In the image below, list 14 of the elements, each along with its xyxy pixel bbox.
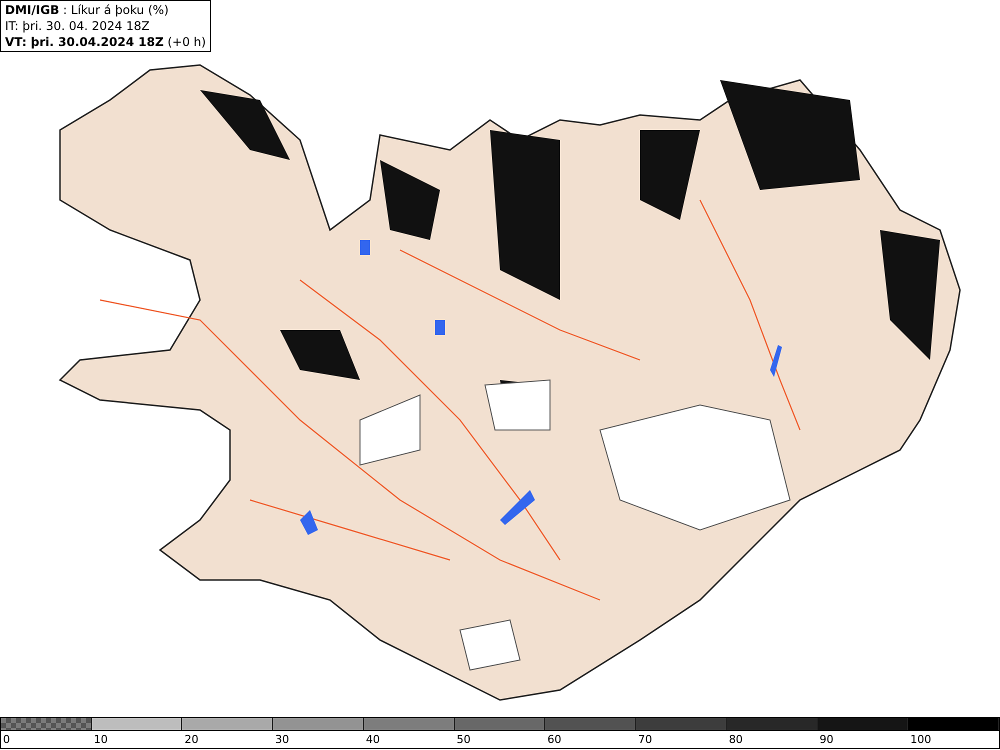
header-text: VT: þri. 30.04.2024 18Z (+0 h) <box>5 34 206 50</box>
scale-label: 10 <box>92 732 108 748</box>
scale-label: 90 <box>818 732 834 748</box>
scale-label: 20 <box>183 732 198 748</box>
scale-label: 0 <box>2 732 10 748</box>
scale-label: 80 <box>728 732 743 748</box>
scale-label: 50 <box>456 732 471 748</box>
scale-label: 70 <box>637 732 652 748</box>
scale-label: 100 <box>909 732 932 748</box>
header-text: DMI/IGB : Líkur á þoku (%) <box>5 2 170 18</box>
header-text: IT: þri. 30. 04. 2024 18Z <box>5 18 151 34</box>
scale-label: 60 <box>546 732 562 748</box>
scale-label: 30 <box>274 732 290 748</box>
scale-label: 40 <box>364 732 380 748</box>
